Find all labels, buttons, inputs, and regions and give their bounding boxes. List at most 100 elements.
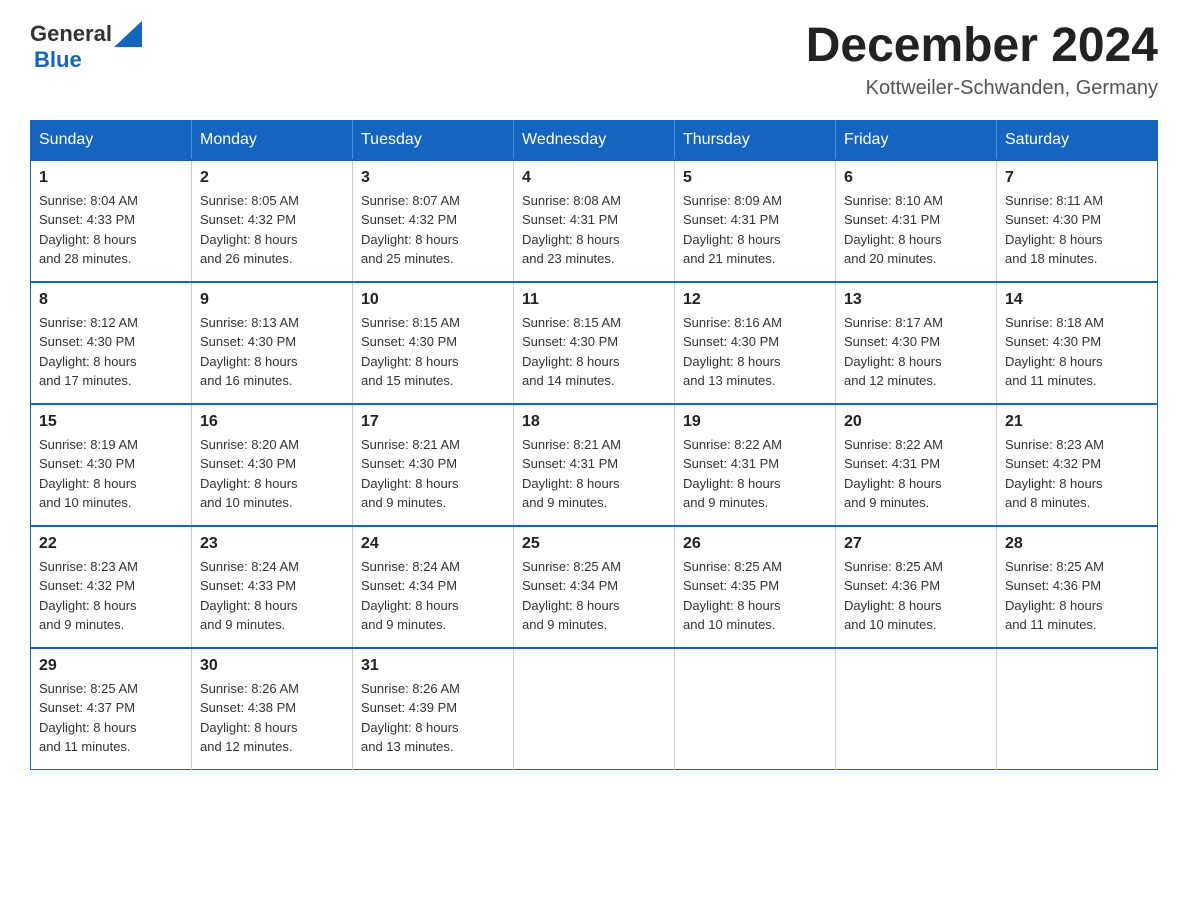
calendar-day-cell: 11 Sunrise: 8:15 AM Sunset: 4:30 PM Dayl… (514, 282, 675, 404)
location-text: Kottweiler-Schwanden, Germany (806, 77, 1158, 100)
calendar-day-cell: 24 Sunrise: 8:24 AM Sunset: 4:34 PM Dayl… (353, 526, 514, 648)
day-info: Sunrise: 8:22 AM Sunset: 4:31 PM Dayligh… (844, 435, 988, 513)
calendar-day-cell: 18 Sunrise: 8:21 AM Sunset: 4:31 PM Dayl… (514, 404, 675, 526)
calendar-day-cell: 25 Sunrise: 8:25 AM Sunset: 4:34 PM Dayl… (514, 526, 675, 648)
day-number: 11 (522, 291, 666, 309)
day-of-week-header: Thursday (675, 120, 836, 160)
page-header: General Blue December 2024 Kottweiler-Sc… (30, 20, 1158, 100)
calendar-day-cell: 20 Sunrise: 8:22 AM Sunset: 4:31 PM Dayl… (836, 404, 997, 526)
day-info: Sunrise: 8:20 AM Sunset: 4:30 PM Dayligh… (200, 435, 344, 513)
day-number: 15 (39, 413, 183, 431)
day-number: 30 (200, 657, 344, 675)
day-info: Sunrise: 8:09 AM Sunset: 4:31 PM Dayligh… (683, 191, 827, 269)
calendar-week-row: 1 Sunrise: 8:04 AM Sunset: 4:33 PM Dayli… (31, 160, 1158, 282)
title-block: December 2024 Kottweiler-Schwanden, Germ… (806, 20, 1158, 100)
day-number: 17 (361, 413, 505, 431)
day-info: Sunrise: 8:23 AM Sunset: 4:32 PM Dayligh… (39, 557, 183, 635)
calendar-week-row: 8 Sunrise: 8:12 AM Sunset: 4:30 PM Dayli… (31, 282, 1158, 404)
day-number: 1 (39, 169, 183, 187)
day-info: Sunrise: 8:12 AM Sunset: 4:30 PM Dayligh… (39, 313, 183, 391)
calendar-day-cell: 14 Sunrise: 8:18 AM Sunset: 4:30 PM Dayl… (997, 282, 1158, 404)
day-number: 2 (200, 169, 344, 187)
day-number: 16 (200, 413, 344, 431)
day-info: Sunrise: 8:25 AM Sunset: 4:36 PM Dayligh… (1005, 557, 1149, 635)
calendar-table: SundayMondayTuesdayWednesdayThursdayFrid… (30, 120, 1158, 770)
day-info: Sunrise: 8:04 AM Sunset: 4:33 PM Dayligh… (39, 191, 183, 269)
day-number: 19 (683, 413, 827, 431)
day-number: 27 (844, 535, 988, 553)
calendar-day-cell (514, 648, 675, 770)
logo-text-blue: Blue (34, 47, 82, 72)
day-info: Sunrise: 8:24 AM Sunset: 4:33 PM Dayligh… (200, 557, 344, 635)
day-of-week-header: Friday (836, 120, 997, 160)
day-info: Sunrise: 8:19 AM Sunset: 4:30 PM Dayligh… (39, 435, 183, 513)
day-info: Sunrise: 8:05 AM Sunset: 4:32 PM Dayligh… (200, 191, 344, 269)
logo-triangle-icon (114, 20, 142, 48)
day-number: 28 (1005, 535, 1149, 553)
calendar-week-row: 15 Sunrise: 8:19 AM Sunset: 4:30 PM Dayl… (31, 404, 1158, 526)
logo-text-general: General (30, 22, 112, 46)
day-number: 4 (522, 169, 666, 187)
day-number: 21 (1005, 413, 1149, 431)
day-number: 26 (683, 535, 827, 553)
day-number: 5 (683, 169, 827, 187)
calendar-day-cell: 30 Sunrise: 8:26 AM Sunset: 4:38 PM Dayl… (192, 648, 353, 770)
calendar-week-row: 22 Sunrise: 8:23 AM Sunset: 4:32 PM Dayl… (31, 526, 1158, 648)
calendar-day-cell: 1 Sunrise: 8:04 AM Sunset: 4:33 PM Dayli… (31, 160, 192, 282)
day-info: Sunrise: 8:26 AM Sunset: 4:38 PM Dayligh… (200, 679, 344, 757)
day-number: 12 (683, 291, 827, 309)
day-number: 13 (844, 291, 988, 309)
month-title: December 2024 (806, 20, 1158, 73)
calendar-day-cell: 28 Sunrise: 8:25 AM Sunset: 4:36 PM Dayl… (997, 526, 1158, 648)
day-number: 25 (522, 535, 666, 553)
day-info: Sunrise: 8:23 AM Sunset: 4:32 PM Dayligh… (1005, 435, 1149, 513)
day-number: 18 (522, 413, 666, 431)
calendar-day-cell: 23 Sunrise: 8:24 AM Sunset: 4:33 PM Dayl… (192, 526, 353, 648)
day-number: 29 (39, 657, 183, 675)
day-info: Sunrise: 8:25 AM Sunset: 4:37 PM Dayligh… (39, 679, 183, 757)
calendar-day-cell: 21 Sunrise: 8:23 AM Sunset: 4:32 PM Dayl… (997, 404, 1158, 526)
day-info: Sunrise: 8:15 AM Sunset: 4:30 PM Dayligh… (361, 313, 505, 391)
calendar-day-cell (675, 648, 836, 770)
day-number: 20 (844, 413, 988, 431)
day-info: Sunrise: 8:21 AM Sunset: 4:31 PM Dayligh… (522, 435, 666, 513)
calendar-day-cell: 16 Sunrise: 8:20 AM Sunset: 4:30 PM Dayl… (192, 404, 353, 526)
calendar-day-cell: 9 Sunrise: 8:13 AM Sunset: 4:30 PM Dayli… (192, 282, 353, 404)
day-number: 22 (39, 535, 183, 553)
day-info: Sunrise: 8:08 AM Sunset: 4:31 PM Dayligh… (522, 191, 666, 269)
day-info: Sunrise: 8:15 AM Sunset: 4:30 PM Dayligh… (522, 313, 666, 391)
day-of-week-header: Monday (192, 120, 353, 160)
calendar-day-cell: 17 Sunrise: 8:21 AM Sunset: 4:30 PM Dayl… (353, 404, 514, 526)
day-info: Sunrise: 8:22 AM Sunset: 4:31 PM Dayligh… (683, 435, 827, 513)
day-info: Sunrise: 8:11 AM Sunset: 4:30 PM Dayligh… (1005, 191, 1149, 269)
day-info: Sunrise: 8:25 AM Sunset: 4:35 PM Dayligh… (683, 557, 827, 635)
calendar-day-cell: 26 Sunrise: 8:25 AM Sunset: 4:35 PM Dayl… (675, 526, 836, 648)
calendar-day-cell: 12 Sunrise: 8:16 AM Sunset: 4:30 PM Dayl… (675, 282, 836, 404)
day-info: Sunrise: 8:24 AM Sunset: 4:34 PM Dayligh… (361, 557, 505, 635)
day-info: Sunrise: 8:21 AM Sunset: 4:30 PM Dayligh… (361, 435, 505, 513)
calendar-day-cell: 4 Sunrise: 8:08 AM Sunset: 4:31 PM Dayli… (514, 160, 675, 282)
day-number: 14 (1005, 291, 1149, 309)
day-of-week-header: Tuesday (353, 120, 514, 160)
day-info: Sunrise: 8:13 AM Sunset: 4:30 PM Dayligh… (200, 313, 344, 391)
calendar-day-cell: 2 Sunrise: 8:05 AM Sunset: 4:32 PM Dayli… (192, 160, 353, 282)
day-number: 6 (844, 169, 988, 187)
calendar-day-cell: 29 Sunrise: 8:25 AM Sunset: 4:37 PM Dayl… (31, 648, 192, 770)
logo: General Blue (30, 20, 144, 72)
day-info: Sunrise: 8:17 AM Sunset: 4:30 PM Dayligh… (844, 313, 988, 391)
calendar-day-cell: 3 Sunrise: 8:07 AM Sunset: 4:32 PM Dayli… (353, 160, 514, 282)
day-info: Sunrise: 8:16 AM Sunset: 4:30 PM Dayligh… (683, 313, 827, 391)
day-number: 31 (361, 657, 505, 675)
day-info: Sunrise: 8:26 AM Sunset: 4:39 PM Dayligh… (361, 679, 505, 757)
day-number: 24 (361, 535, 505, 553)
calendar-header-row: SundayMondayTuesdayWednesdayThursdayFrid… (31, 120, 1158, 160)
calendar-day-cell: 5 Sunrise: 8:09 AM Sunset: 4:31 PM Dayli… (675, 160, 836, 282)
day-info: Sunrise: 8:18 AM Sunset: 4:30 PM Dayligh… (1005, 313, 1149, 391)
day-number: 3 (361, 169, 505, 187)
calendar-day-cell: 13 Sunrise: 8:17 AM Sunset: 4:30 PM Dayl… (836, 282, 997, 404)
day-info: Sunrise: 8:25 AM Sunset: 4:36 PM Dayligh… (844, 557, 988, 635)
day-info: Sunrise: 8:10 AM Sunset: 4:31 PM Dayligh… (844, 191, 988, 269)
calendar-day-cell (997, 648, 1158, 770)
calendar-week-row: 29 Sunrise: 8:25 AM Sunset: 4:37 PM Dayl… (31, 648, 1158, 770)
day-number: 7 (1005, 169, 1149, 187)
